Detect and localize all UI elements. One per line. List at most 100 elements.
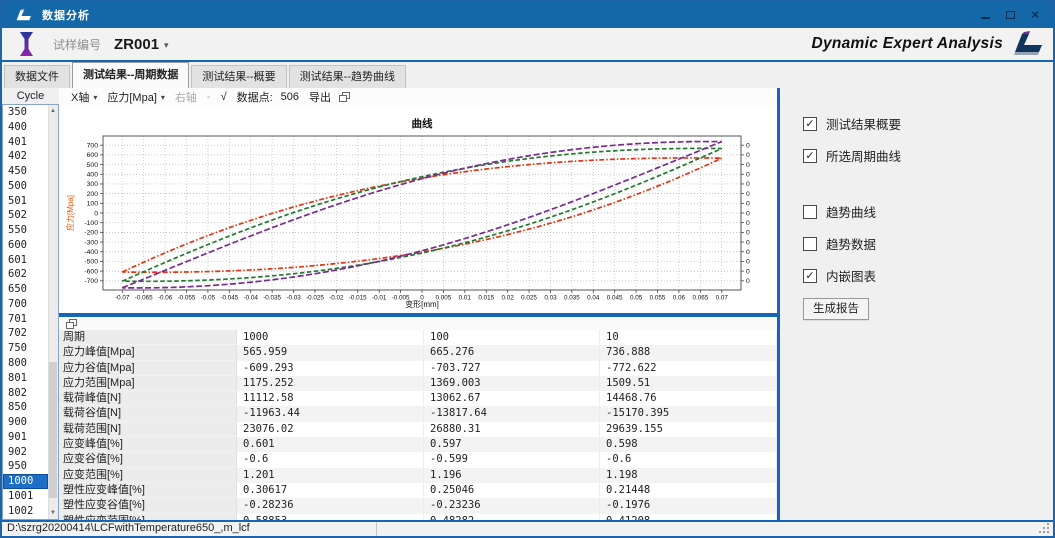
- minimize-icon[interactable]: [981, 17, 990, 19]
- x-axis-title: 变形[mm]: [405, 299, 439, 309]
- cell-value: -0.6: [600, 452, 777, 467]
- cycle-item[interactable]: 901: [3, 430, 48, 445]
- tab-data-file[interactable]: 数据文件: [4, 65, 70, 88]
- cycle-scrollbar-thumb[interactable]: [49, 362, 57, 499]
- cycle-item[interactable]: 500: [3, 179, 48, 194]
- table-row: 周期100010010: [59, 330, 777, 345]
- row-label: 载荷峰值[N]: [59, 391, 237, 406]
- cycle-item[interactable]: 401: [3, 135, 48, 150]
- y-tick-label: 200: [87, 191, 99, 198]
- data-points-label: 数据点:: [237, 89, 273, 105]
- option-row-trend-curves: 趋势曲线: [803, 202, 1050, 221]
- cycle-item[interactable]: 450: [3, 164, 48, 179]
- cycle-item[interactable]: 402: [3, 149, 48, 164]
- cycle-item[interactable]: 801: [3, 371, 48, 386]
- x-tick-label: -0.045: [220, 295, 238, 302]
- cycle-item[interactable]: 702: [3, 326, 48, 341]
- cycle-item[interactable]: 502: [3, 208, 48, 223]
- x-tick-label: 0.07: [716, 295, 729, 302]
- resize-grip-icon[interactable]: [1047, 531, 1049, 533]
- table-row: 应变范围[%]1.2011.1961.198: [59, 468, 777, 483]
- right-axis-label: 右轴: [175, 89, 197, 105]
- y-tick-label: 700: [87, 143, 99, 150]
- cell-value: 565.959: [237, 345, 424, 360]
- table-row: 应力峰值[Mpa]565.959665.276736.888: [59, 345, 777, 360]
- close-icon[interactable]: ×: [1031, 10, 1039, 20]
- cell-value: -13817.64: [424, 406, 600, 421]
- sample-number-value[interactable]: ZR001: [114, 36, 159, 53]
- cell-value: 1.198: [600, 468, 777, 483]
- cycle-item[interactable]: 950: [3, 459, 48, 474]
- cycle-item[interactable]: 700: [3, 297, 48, 312]
- sample-dropdown-icon[interactable]: ▾: [164, 40, 169, 51]
- y-axis-dropdown-icon[interactable]: ▾: [161, 93, 165, 102]
- generate-report-button[interactable]: 生成报告: [803, 298, 869, 320]
- title-bar: 数据分析 ×: [2, 2, 1053, 28]
- right-axis-tick-label: 0: [746, 220, 750, 227]
- cycle-item[interactable]: 501: [3, 194, 48, 209]
- checkbox-selected-cycle-curves[interactable]: ✓: [803, 149, 817, 163]
- x-tick-label: -0.01: [372, 295, 387, 302]
- checkbox-trend-curves[interactable]: [803, 205, 817, 219]
- apply-check-icon[interactable]: √: [221, 91, 227, 103]
- table-row: 载荷谷值[N]-11963.44-13817.64-15170.395: [59, 406, 777, 421]
- x-tick-label: 0.01: [459, 295, 472, 302]
- cycle-item[interactable]: 600: [3, 238, 48, 253]
- y-tick-label: 400: [87, 172, 99, 179]
- cycle-scrollbar[interactable]: ▲ ▼: [48, 105, 58, 519]
- cycle-item[interactable]: 900: [3, 415, 48, 430]
- header: 试样编号 ZR001 ▾ Dynamic Expert Analysis: [2, 28, 1053, 62]
- cycle-item[interactable]: 601: [3, 253, 48, 268]
- tab-result-cycle-data[interactable]: 测试结果--周期数据: [72, 62, 189, 88]
- row-label: 应力范围[Mpa]: [59, 376, 237, 391]
- export-button[interactable]: 导出: [309, 89, 331, 105]
- x-axis-dropdown-icon[interactable]: ▾: [93, 93, 97, 102]
- scroll-up-icon[interactable]: ▲: [49, 107, 57, 115]
- cycle-item[interactable]: 750: [3, 341, 48, 356]
- cycle-item[interactable]: 350: [3, 105, 48, 120]
- cycle-panel: Cycle ▲ ▼ 350400401402450500501502550600…: [2, 88, 59, 520]
- checkbox-test-result-summary[interactable]: ✓: [803, 117, 817, 131]
- cell-value: 736.888: [600, 345, 777, 360]
- cycle-item[interactable]: 602: [3, 267, 48, 282]
- main-content: Cycle ▲ ▼ 350400401402450500501502550600…: [2, 88, 1053, 520]
- right-axis-tick-label: 0: [746, 152, 750, 159]
- cell-value: 29639.155: [600, 422, 777, 437]
- cycle-item[interactable]: 701: [3, 312, 48, 327]
- cycle-item[interactable]: 550: [3, 223, 48, 238]
- tab-result-trend-curve[interactable]: 测试结果--趋势曲线: [289, 65, 406, 88]
- cell-value: 1509.51: [600, 376, 777, 391]
- cell-value: 1000: [237, 330, 424, 345]
- cycle-item[interactable]: 902: [3, 445, 48, 460]
- right-axis-tick-label: 0: [746, 143, 750, 150]
- y-tick-label: 600: [87, 152, 99, 159]
- y-tick-label: -200: [84, 230, 98, 237]
- cycle-item[interactable]: 1002: [3, 504, 48, 519]
- cycle-item[interactable]: 850: [3, 400, 48, 415]
- option-label: 所选周期曲线: [826, 146, 901, 165]
- cycle-item[interactable]: 802: [3, 386, 48, 401]
- row-label: 应力谷值[Mpa]: [59, 361, 237, 376]
- cycle-item[interactable]: 400: [3, 120, 48, 135]
- y-axis-select[interactable]: 应力[Mpa]: [107, 89, 157, 105]
- checkbox-embedded-charts[interactable]: ✓: [803, 269, 817, 283]
- option-row-test-result-summary: ✓测试结果概要: [803, 114, 1050, 133]
- export-window-icon[interactable]: [339, 92, 350, 102]
- option-label: 趋势曲线: [826, 202, 876, 221]
- cycle-listbox[interactable]: ▲ ▼ 350400401402450500501502550600601602…: [2, 104, 59, 520]
- cycle-item[interactable]: 650: [3, 282, 48, 297]
- tab-result-summary[interactable]: 测试结果--概要: [191, 65, 286, 88]
- table-export-icon[interactable]: [66, 319, 77, 329]
- x-tick-label: -0.055: [178, 295, 196, 302]
- cell-value: -609.293: [237, 361, 424, 376]
- checkbox-trend-data[interactable]: [803, 237, 817, 251]
- right-axis-tick-label: 0: [746, 278, 750, 285]
- app-window: 数据分析 × 试样编号 ZR001 ▾ Dynamic Expert Analy…: [0, 0, 1055, 538]
- scroll-down-icon[interactable]: ▼: [49, 509, 57, 517]
- cycle-item[interactable]: 1001: [3, 489, 48, 504]
- cycle-item[interactable]: 1000: [3, 474, 48, 489]
- x-tick-label: 0.04: [587, 295, 600, 302]
- cycle-item[interactable]: 800: [3, 356, 48, 371]
- maximize-icon[interactable]: [1006, 11, 1015, 19]
- cell-value: -15170.395: [600, 406, 777, 421]
